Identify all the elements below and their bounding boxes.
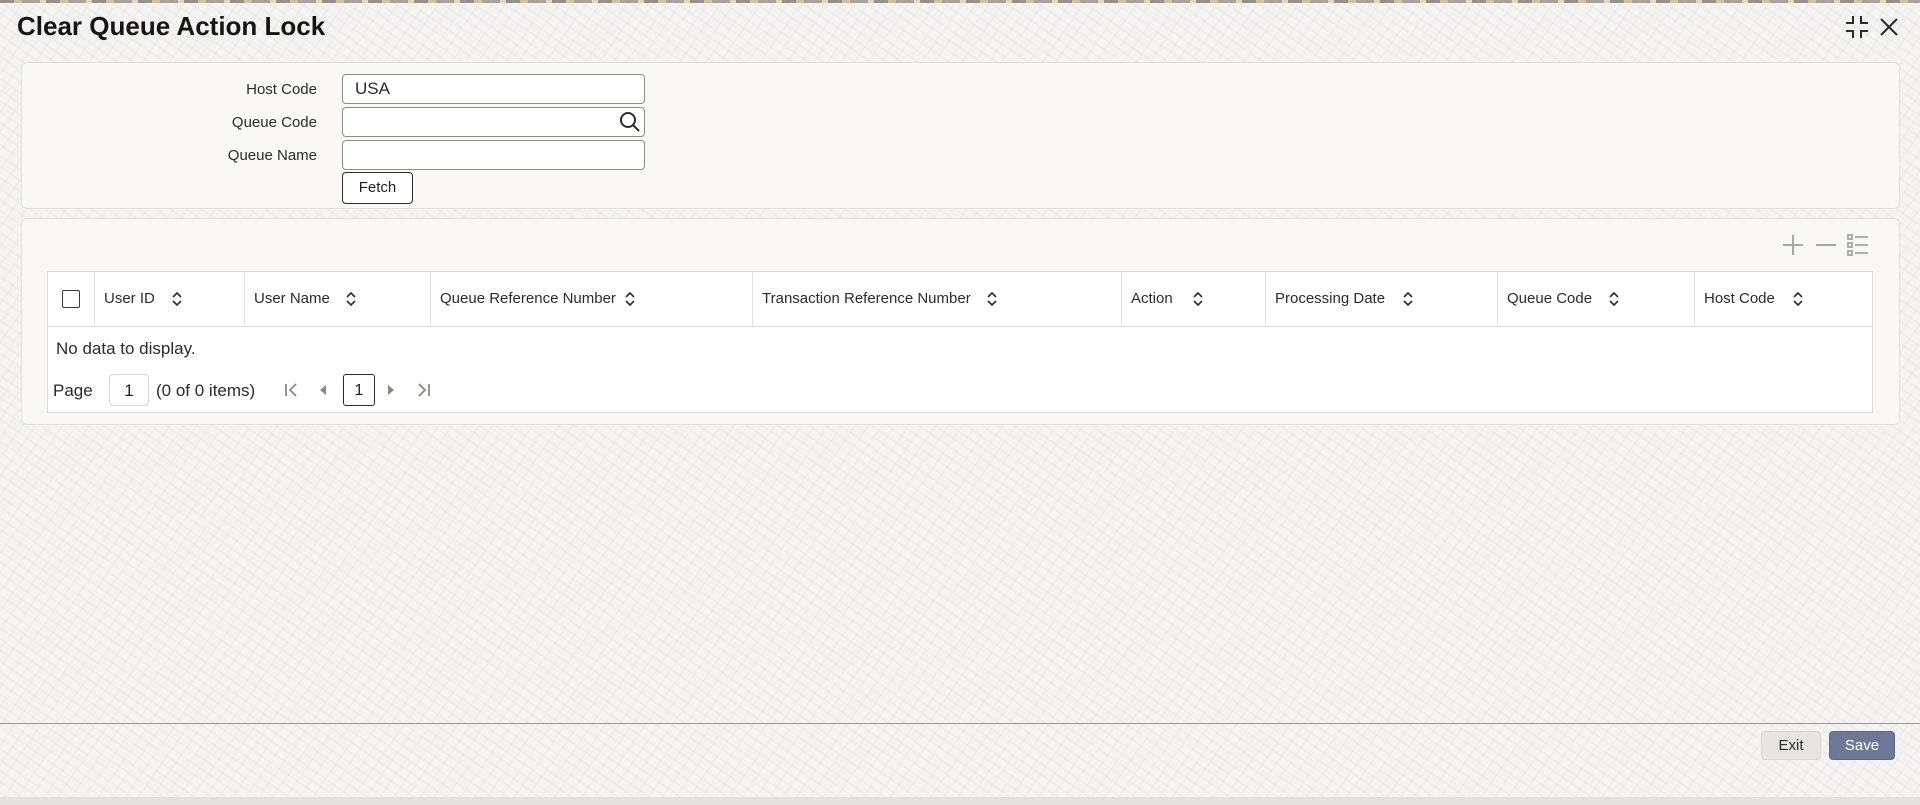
footer-divider	[0, 723, 1920, 724]
search-icon[interactable]	[619, 111, 641, 133]
last-page-icon[interactable]	[413, 380, 433, 400]
select-all-checkbox[interactable]	[62, 290, 80, 308]
fetch-button[interactable]: Fetch	[342, 172, 413, 204]
items-summary: (0 of 0 items)	[156, 381, 256, 400]
close-icon[interactable]	[1876, 14, 1902, 40]
bottom-band	[0, 797, 1920, 805]
plus-icon[interactable]	[1780, 232, 1806, 258]
queue-name-label: Queue Name	[227, 147, 317, 164]
sort-icon[interactable]	[624, 291, 636, 307]
save-button[interactable]: Save	[1829, 731, 1895, 760]
column-label: Host Code	[1704, 290, 1775, 307]
column-label: User Name	[254, 290, 330, 307]
sort-icon[interactable]	[1402, 291, 1414, 307]
column-user-id[interactable]: User ID	[95, 272, 245, 326]
sort-icon[interactable]	[1608, 291, 1620, 307]
sort-icon[interactable]	[345, 291, 357, 307]
empty-message: No data to display.	[56, 339, 196, 358]
column-label: Transaction Reference Number	[762, 290, 971, 307]
host-code-label: Host Code	[246, 81, 317, 98]
column-label: User ID	[104, 290, 155, 307]
sort-icon[interactable]	[1192, 291, 1204, 307]
column-label: Queue Code	[1507, 290, 1593, 307]
queue-name-field[interactable]	[342, 140, 645, 170]
queue-lock-table: User ID User Name Queue Reference Number…	[47, 271, 1873, 413]
column-user-name[interactable]: User Name	[245, 272, 431, 326]
next-page-icon[interactable]	[381, 380, 401, 400]
column-action[interactable]: Action	[1122, 272, 1266, 326]
queue-code-field[interactable]	[342, 107, 645, 137]
minus-icon[interactable]	[1813, 232, 1839, 258]
column-transaction-reference-number[interactable]: Transaction Reference Number	[753, 272, 1122, 326]
host-code-field[interactable]	[342, 74, 645, 104]
top-decorative-strip	[0, 0, 1920, 3]
sort-icon[interactable]	[986, 291, 998, 307]
page-label: Page	[53, 381, 93, 400]
current-page-button[interactable]: 1	[343, 374, 375, 406]
queue-code-label: Queue Code	[231, 114, 317, 131]
table-header: User ID User Name Queue Reference Number…	[48, 272, 1872, 327]
previous-page-icon[interactable]	[313, 380, 333, 400]
first-page-icon[interactable]	[282, 380, 302, 400]
sort-icon[interactable]	[171, 291, 183, 307]
page-number-input[interactable]: 1	[109, 374, 149, 406]
column-label: Processing Date	[1275, 290, 1386, 307]
column-processing-date[interactable]: Processing Date	[1266, 272, 1498, 326]
list-icon[interactable]	[1845, 232, 1871, 258]
column-host-code[interactable]: Host Code	[1695, 272, 1872, 326]
column-label: Action	[1131, 290, 1173, 307]
column-label: Queue Reference Number	[440, 290, 616, 307]
sort-icon[interactable]	[1792, 291, 1804, 307]
select-all-column	[48, 272, 95, 326]
column-queue-reference-number[interactable]: Queue Reference Number	[431, 272, 753, 326]
collapse-icon[interactable]	[1844, 14, 1870, 40]
page-title: Clear Queue Action Lock	[17, 11, 326, 41]
exit-button[interactable]: Exit	[1761, 731, 1821, 760]
column-queue-code[interactable]: Queue Code	[1498, 272, 1695, 326]
